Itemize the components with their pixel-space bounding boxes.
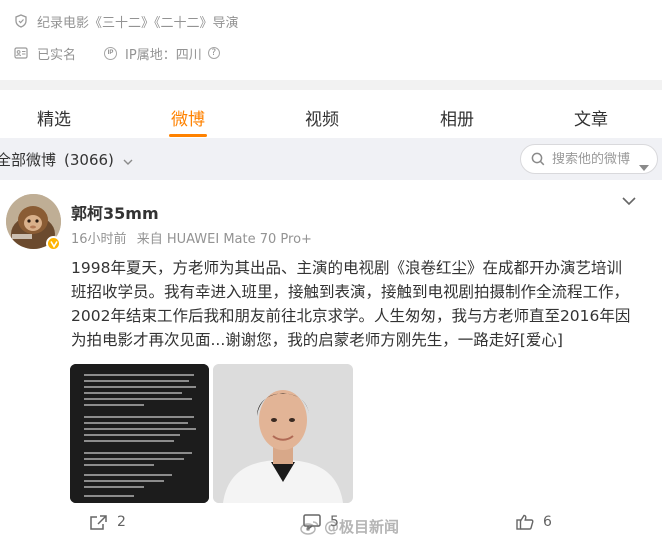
repost-count: 2 <box>117 514 126 530</box>
post-filter-dropdown[interactable]: 全部微博 (3066) <box>0 149 134 170</box>
search-options-icon[interactable] <box>639 156 649 175</box>
post-author[interactable]: 郭柯35mm <box>71 200 159 224</box>
verified-badge-icon <box>46 236 61 251</box>
post-text: 1998年夏天，方老师为其出品、主演的电视剧《浪卷红尘》在成都开办演艺培训 班招… <box>71 256 641 352</box>
weibo-logo-icon <box>300 520 319 535</box>
profile-bio-row: 纪录电影《三十二》《二十二》导演 <box>14 10 239 32</box>
id-card-icon <box>14 46 28 60</box>
repost-icon <box>90 515 107 530</box>
post-source: 来自 HUAWEI Mate 70 Pro+ <box>136 232 312 247</box>
post-text-line: 1998年夏天，方老师为其出品、主演的电视剧《浪卷红尘》在成都开办演艺培训 <box>71 259 622 277</box>
tab-featured[interactable]: 精选 <box>37 105 71 130</box>
ip-badge-icon: IP <box>104 46 118 60</box>
post-time[interactable]: 16小时前 <box>71 232 127 247</box>
help-icon[interactable]: ? <box>207 47 220 59</box>
ip-location: IP属地：四川 <box>125 47 202 63</box>
filter-bar: 全部微博 (3066) <box>0 138 662 180</box>
tab-album[interactable]: 相册 <box>440 105 474 130</box>
like-button[interactable]: 6 <box>516 514 552 530</box>
post-meta: 16小时前 来自 HUAWEI Mate 70 Pro+ <box>71 228 312 247</box>
post-more-chevron-icon[interactable] <box>621 193 637 212</box>
repost-button[interactable]: 2 <box>90 514 126 530</box>
filter-label: 全部微博 <box>0 151 57 169</box>
watermark-text: @极目新闻 <box>324 518 400 536</box>
tab-video[interactable]: 视频 <box>305 105 339 130</box>
profile-tabs: 精选 微博 视频 相册 文章 <box>0 90 662 138</box>
profile-bio: 纪录电影《三十二》《二十二》导演 <box>37 15 239 31</box>
post-search-box[interactable] <box>520 144 658 174</box>
search-icon <box>531 152 545 166</box>
tab-weibo[interactable]: 微博 <box>171 105 205 130</box>
post-text-line: 为拍电影才再次见面...谢谢您，我的启蒙老师方刚先生，一路走好[爱心] <box>71 331 563 349</box>
obituary-text-image[interactable] <box>70 364 209 503</box>
post-text-line: 班招收学员。我有幸进入班里，接触到表演，接触到电视剧拍摄制作全流程工作， <box>71 283 630 301</box>
post-count: (3066) <box>64 150 114 169</box>
like-icon <box>516 514 534 530</box>
portrait-photo[interactable] <box>213 364 353 503</box>
source-watermark: @极目新闻 <box>300 516 399 537</box>
tab-articles[interactable]: 文章 <box>574 105 608 130</box>
section-separator <box>0 80 662 90</box>
search-input[interactable] <box>552 151 630 167</box>
like-count: 6 <box>543 514 552 530</box>
chevron-down-icon <box>122 154 134 166</box>
location-pin-icon <box>14 14 28 28</box>
active-tab-indicator <box>169 134 207 137</box>
post-text-line: 2002年结束工作后我和朋友前往北京求学。人生匆匆，我与方老师直至2016年因 <box>71 307 631 325</box>
profile-meta-row: 已实名 IP IP属地：四川 ? <box>14 42 220 64</box>
real-name-status: 已实名 <box>37 47 77 63</box>
